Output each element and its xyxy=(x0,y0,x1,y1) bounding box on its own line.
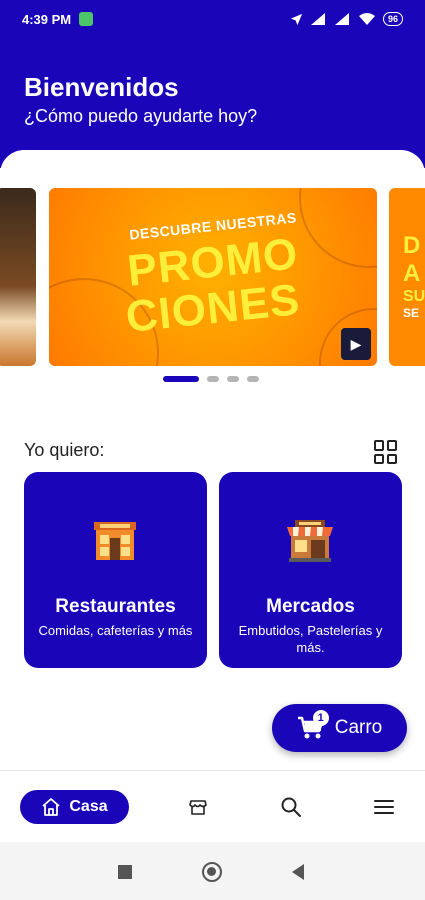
carousel-pagination xyxy=(163,376,259,382)
card-description: Embutidos, Pastelerías y más. xyxy=(238,623,383,655)
grid-cell xyxy=(374,440,384,451)
cart-icon-wrapper: 1 xyxy=(297,710,329,740)
battery-icon: 96 xyxy=(382,12,403,26)
pagination-dot[interactable] xyxy=(247,376,259,382)
restaurant-store-icon xyxy=(94,522,136,560)
store-icon xyxy=(189,800,207,815)
carousel-slide-next[interactable]: D A SU SE xyxy=(389,188,425,366)
category-card-restaurantes[interactable]: Restaurantes Comidas, cafeterías y más xyxy=(24,472,207,668)
signal-icon-2 xyxy=(334,13,349,25)
recents-icon[interactable] xyxy=(118,865,132,879)
grid-cell xyxy=(374,453,384,464)
market-store-icon xyxy=(287,520,333,562)
content-sheet: DESCUBRE NUESTRAS PROMO CIONES ▶ D A SU … xyxy=(0,150,425,770)
location-arrow-icon xyxy=(290,13,303,25)
section-label: Yo quiero: xyxy=(24,440,105,460)
menu-icon xyxy=(374,800,394,814)
cart-button[interactable]: 1 Carro xyxy=(272,704,407,752)
back-icon[interactable] xyxy=(292,864,304,880)
brand-logo-icon: ▶ xyxy=(341,328,371,360)
peek-text: SE xyxy=(403,306,420,320)
app-notification-icon xyxy=(79,12,94,26)
peek-text: D xyxy=(403,232,421,259)
wifi-icon xyxy=(358,13,375,25)
nav-search-button[interactable] xyxy=(279,795,303,819)
carousel-slide-promociones[interactable]: DESCUBRE NUESTRAS PROMO CIONES ▶ xyxy=(49,188,377,366)
cart-count-badge: 1 xyxy=(312,710,329,726)
peek-text: A xyxy=(403,260,421,287)
status-icons: 96 xyxy=(290,12,403,26)
pagination-dot[interactable] xyxy=(207,376,219,382)
nav-home-label: Casa xyxy=(69,798,108,815)
page-title: Bienvenidos xyxy=(24,72,179,102)
peek-text: SU xyxy=(403,288,425,305)
category-card-mercados[interactable]: Mercados Embutidos, Pastelerías y más. xyxy=(219,472,402,668)
status-time: 4:39 PM xyxy=(22,11,72,27)
nav-menu-button[interactable] xyxy=(372,795,396,819)
nav-store-button[interactable] xyxy=(186,795,210,819)
search-icon xyxy=(281,797,301,817)
promo-carousel[interactable]: DESCUBRE NUESTRAS PROMO CIONES ▶ D A SU … xyxy=(0,188,425,368)
home-system-icon[interactable] xyxy=(202,862,222,882)
status-bar: 4:39 PM 96 xyxy=(0,0,425,38)
cart-label: Carro xyxy=(334,717,383,738)
card-description: Comidas, cafeterías y más xyxy=(38,623,193,638)
carousel-slide-prev[interactable] xyxy=(0,188,36,366)
card-title: Mercados xyxy=(266,596,355,617)
header: Bienvenidos ¿Cómo puedo ayudarte hoy? xyxy=(0,38,425,168)
grid-cell xyxy=(387,440,397,451)
grid-cell xyxy=(387,453,397,464)
grid-view-icon[interactable] xyxy=(374,440,398,464)
pagination-dot-active[interactable] xyxy=(163,376,199,382)
bottom-navigation: Casa xyxy=(0,770,425,842)
home-icon xyxy=(42,798,60,816)
signal-icon xyxy=(310,13,325,25)
pagination-dot[interactable] xyxy=(227,376,239,382)
system-navigation-bar xyxy=(0,842,425,900)
card-title: Restaurantes xyxy=(55,596,176,617)
page-subtitle: ¿Cómo puedo ayudarte hoy? xyxy=(24,106,258,126)
nav-home-button[interactable]: Casa xyxy=(20,790,129,824)
